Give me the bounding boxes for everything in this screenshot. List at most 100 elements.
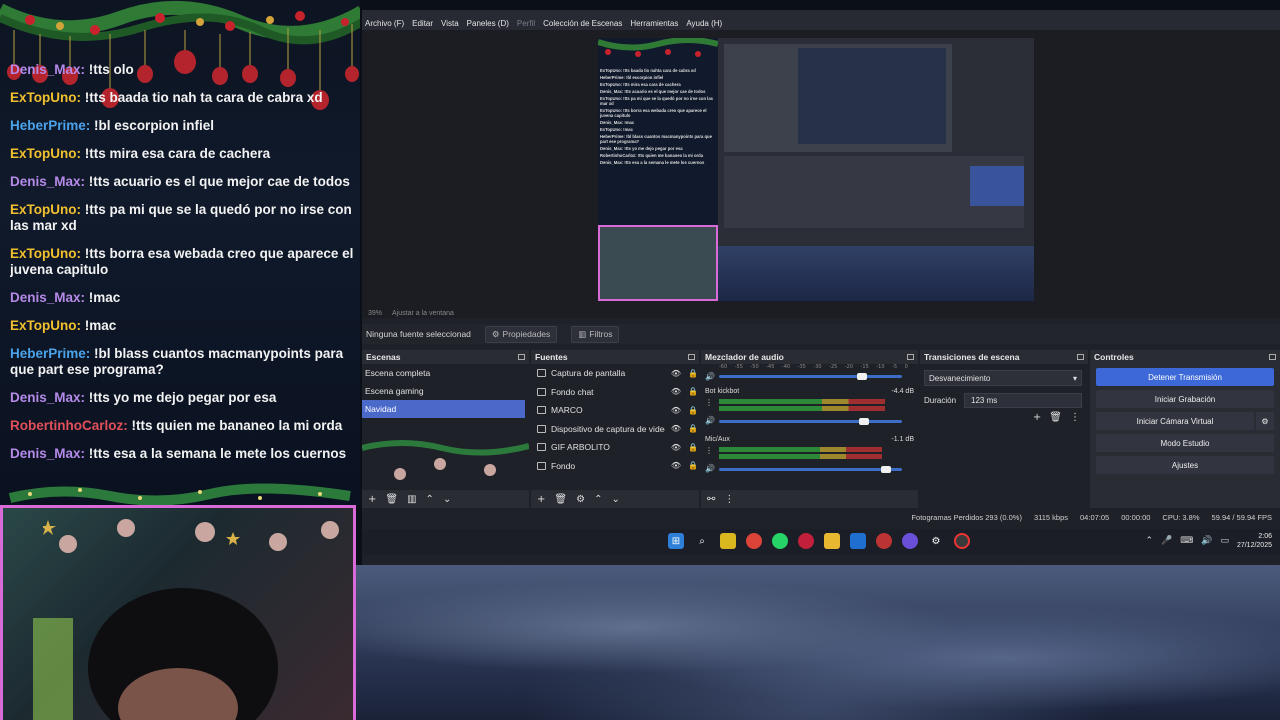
volume-knob[interactable] [859, 418, 869, 425]
menu-editar[interactable]: Editar [412, 19, 433, 28]
menu-archivo[interactable]: Archivo (F) [365, 19, 404, 28]
volume-slider[interactable] [719, 373, 902, 380]
trash-icon[interactable]: 🗑 [1049, 412, 1062, 423]
source-item[interactable]: Fondo chat 👁 🔒 [531, 383, 699, 402]
speaker-icon[interactable]: 🔊 [705, 416, 715, 425]
source-item[interactable]: Captura de pantalla 👁 🔒 [531, 364, 699, 383]
gear-icon[interactable]: ⚙ [576, 494, 585, 505]
lock-icon[interactable]: 🔒 [687, 369, 699, 378]
settings-icon[interactable]: ⚙ [928, 533, 944, 549]
undock-icon[interactable] [518, 354, 525, 360]
start-recording-button[interactable]: Iniciar Grabación [1096, 390, 1274, 408]
sources-dock: Fuentes Captura de pantalla 👁 🔒 Fondo chat… [531, 350, 699, 508]
menu-perfil[interactable]: Perfil [517, 19, 535, 28]
chrome-icon[interactable] [746, 533, 762, 549]
mic-icon[interactable]: 🎤 [1161, 536, 1172, 546]
taskbar-clock[interactable]: 2:06 27/12/2025 [1237, 532, 1272, 550]
eye-icon[interactable]: 👁 [670, 424, 682, 433]
search-icon[interactable]: ⌕ [694, 533, 710, 549]
source-item[interactable]: Fondo 👁 🔒 [531, 457, 699, 476]
undock-icon[interactable] [907, 354, 914, 360]
undock-icon[interactable] [1269, 354, 1276, 360]
menu-coleccion-escenas[interactable]: Colección de Escenas [543, 19, 622, 28]
down-icon[interactable]: ⌄ [611, 494, 619, 505]
eye-icon[interactable]: 👁 [670, 369, 682, 378]
undock-icon[interactable] [688, 354, 695, 360]
add-icon[interactable]: + [368, 494, 376, 505]
preview-canvas[interactable]: ExTopUno: !tts baada tio nahta cara de c… [598, 38, 1034, 301]
whatsapp-icon[interactable] [772, 533, 788, 549]
eye-icon[interactable]: 👁 [670, 443, 682, 452]
filters-button[interactable]: ▥ Filtros [571, 325, 620, 343]
folder-icon[interactable] [824, 533, 840, 549]
scenes-list: Escena completa Escena gaming Navidad [362, 364, 529, 490]
transition-select[interactable]: Desvanecimiento ▾ [924, 370, 1082, 386]
stop-streaming-button[interactable]: Detener Transmisión [1096, 368, 1274, 386]
menu-paneles[interactable]: Paneles (D) [467, 19, 509, 28]
mixer-channel: Mic/Aux -1.1 dB ⋮ 🔊 [701, 434, 918, 482]
menu-vista[interactable]: Vista [441, 19, 459, 28]
add-icon[interactable]: + [1033, 412, 1041, 423]
lock-icon[interactable]: 🔒 [687, 461, 699, 470]
kebab-icon[interactable]: ⋮ [705, 398, 713, 407]
properties-button[interactable]: ⚙ Propiedades [484, 325, 558, 343]
lock-icon[interactable]: 🔒 [687, 387, 699, 396]
volume-slider[interactable] [719, 418, 902, 425]
lock-icon[interactable]: 🔒 [687, 406, 699, 415]
duration-input[interactable]: 123 ms [964, 392, 1082, 408]
source-item[interactable]: GIF ARBOLITO 👁 🔒 [531, 438, 699, 457]
menu-ayuda[interactable]: Ayuda (H) [686, 19, 722, 28]
chevron-up-icon[interactable]: ⌃ [1145, 536, 1153, 546]
obs-icon[interactable] [954, 533, 970, 549]
lock-icon[interactable]: 🔒 [687, 424, 699, 433]
volume-knob[interactable] [881, 466, 891, 473]
discord-icon[interactable] [902, 533, 918, 549]
speaker-icon[interactable]: 🔊 [705, 372, 715, 381]
windows-start-icon[interactable]: ⊞ [668, 533, 684, 549]
app-icon[interactable] [876, 533, 892, 549]
volume-knob[interactable] [857, 373, 867, 380]
kebab-icon[interactable]: ⋮ [724, 494, 734, 505]
volume-slider[interactable] [719, 466, 902, 473]
link-icon[interactable]: ⚯ [707, 494, 715, 505]
battery-icon[interactable]: ▭ [1220, 536, 1229, 546]
gear-icon[interactable]: ⚙ [1256, 412, 1274, 430]
eye-icon[interactable]: 👁 [670, 387, 682, 396]
source-item[interactable]: Dispositivo de captura de video 👁 🔒 [531, 420, 699, 439]
opera-icon[interactable] [798, 533, 814, 549]
undock-icon[interactable] [1077, 354, 1084, 360]
eye-icon[interactable]: 👁 [670, 406, 682, 415]
up-icon[interactable]: ⌃ [426, 494, 434, 505]
lock-icon[interactable]: 🔒 [687, 443, 699, 452]
trash-icon[interactable]: 🗑 [385, 494, 398, 505]
source-item[interactable]: MARCO 👁 🔒 [531, 401, 699, 420]
store-icon[interactable] [850, 533, 866, 549]
zoom-fit[interactable]: Ajustar a la ventana [392, 310, 454, 317]
notes-icon[interactable] [720, 533, 736, 549]
preview-chat-overlay: ExTopUno: !tts baada tio nahta cara de c… [598, 38, 718, 225]
kebab-icon[interactable]: ⋮ [1070, 412, 1080, 423]
scene-item[interactable]: Escena gaming [362, 382, 529, 400]
filter-icon[interactable]: ▥ [407, 494, 416, 505]
speaker-icon[interactable]: 🔊 [705, 464, 715, 473]
chat-message: ExTopUno: !mac [10, 318, 360, 334]
up-icon[interactable]: ⌃ [594, 494, 602, 505]
menu-herramientas[interactable]: Herramientas [630, 19, 678, 28]
scene-item-active[interactable]: Navidad [362, 400, 525, 418]
eye-icon[interactable]: 👁 [670, 461, 682, 470]
taskbar-apps: ⊞ ⌕ ⚙ [668, 533, 970, 549]
zoom-level[interactable]: 39% [368, 310, 382, 317]
trash-icon[interactable]: 🗑 [554, 494, 567, 505]
speaker-icon[interactable]: 🔊 [1201, 536, 1212, 546]
settings-button[interactable]: Ajustes [1096, 456, 1274, 474]
transition-tools: + 🗑 ⋮ [1033, 412, 1080, 423]
studio-mode-button[interactable]: Modo Estudio [1096, 434, 1274, 452]
kebab-icon[interactable]: ⋮ [705, 446, 713, 455]
down-icon[interactable]: ⌄ [443, 494, 451, 505]
bitrate: 3115 kbps [1033, 512, 1069, 522]
add-icon[interactable]: + [537, 494, 545, 505]
scene-item[interactable]: Escena completa [362, 364, 529, 382]
keyboard-icon[interactable]: ⌨ [1180, 536, 1193, 546]
filter-icon: ▥ [578, 328, 587, 339]
virtual-camera-button[interactable]: Iniciar Cámara Virtual [1096, 412, 1254, 430]
